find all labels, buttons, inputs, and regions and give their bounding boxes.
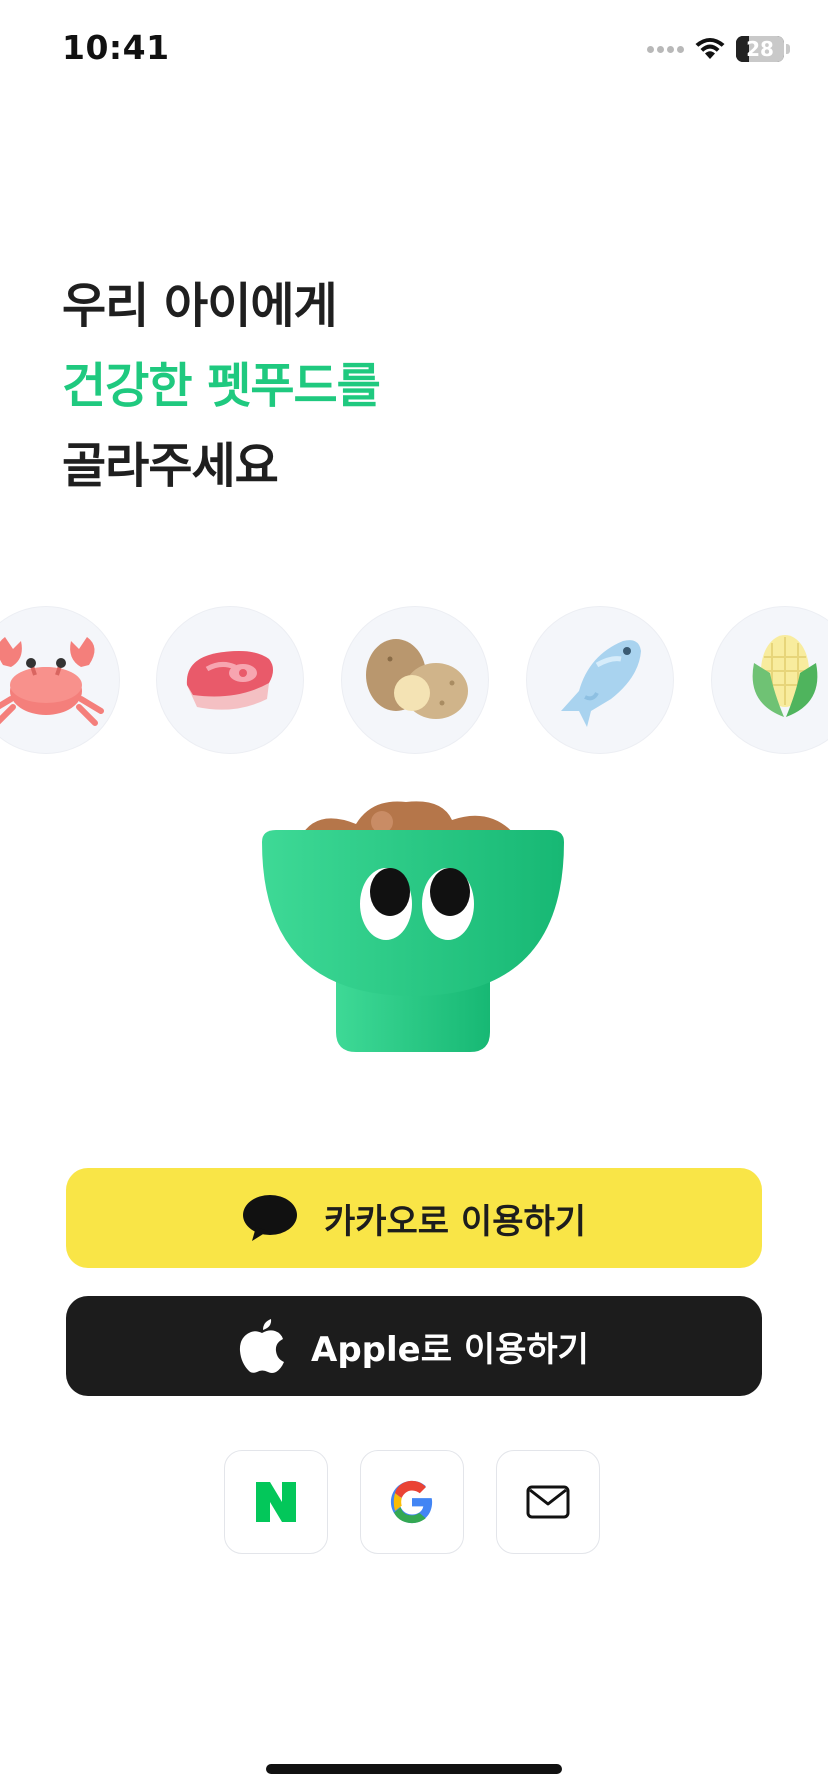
google-icon xyxy=(390,1480,433,1524)
meat-icon xyxy=(186,651,273,710)
ingredient-meat xyxy=(156,606,304,754)
battery-cap xyxy=(786,44,790,54)
headline-line-3: 골라주세요 xyxy=(62,438,279,494)
crab-icon xyxy=(0,637,104,726)
google-login-button[interactable] xyxy=(360,1450,464,1554)
battery-level: 28 xyxy=(746,37,774,61)
naver-login-button[interactable] xyxy=(224,1450,328,1554)
ingredient-fish xyxy=(526,606,674,754)
corn-icon xyxy=(752,635,818,717)
battery-icon: 28 xyxy=(736,36,784,62)
home-indicator xyxy=(266,1764,562,1774)
status-bar: 10:41 28 xyxy=(0,0,828,100)
ingredient-carousel xyxy=(0,606,828,754)
social-login-row xyxy=(224,1450,600,1554)
apple-logo-icon xyxy=(239,1319,285,1373)
wifi-icon xyxy=(695,38,725,59)
kakao-talk-icon xyxy=(242,1193,298,1243)
cellular-signal-icon xyxy=(647,45,684,53)
ingredient-corn xyxy=(711,606,828,754)
food-bowl-mascot-icon xyxy=(262,801,564,1052)
headline: 우리 아이에게 건강한 펫푸드를 골라주세요 xyxy=(62,266,381,506)
apple-login-button[interactable]: Apple로 이용하기 xyxy=(66,1296,762,1396)
headline-line-1: 우리 아이에게 xyxy=(62,278,338,334)
potato-icon xyxy=(366,639,468,719)
headline-line-2-accent: 건강한 펫푸드를 xyxy=(62,358,381,414)
ingredient-potato xyxy=(341,606,489,754)
mail-icon xyxy=(526,1485,570,1519)
fish-icon xyxy=(561,640,641,727)
ingredient-crab xyxy=(0,606,120,754)
status-icons: 28 xyxy=(647,34,790,64)
kakao-login-button[interactable]: 카카오로 이용하기 xyxy=(66,1168,762,1268)
naver-icon xyxy=(256,1482,296,1522)
kakao-login-label: 카카오로 이용하기 xyxy=(323,1201,587,1242)
status-time: 10:41 xyxy=(62,28,170,67)
email-login-button[interactable] xyxy=(496,1450,600,1554)
apple-login-label: Apple로 이용하기 xyxy=(311,1329,589,1370)
